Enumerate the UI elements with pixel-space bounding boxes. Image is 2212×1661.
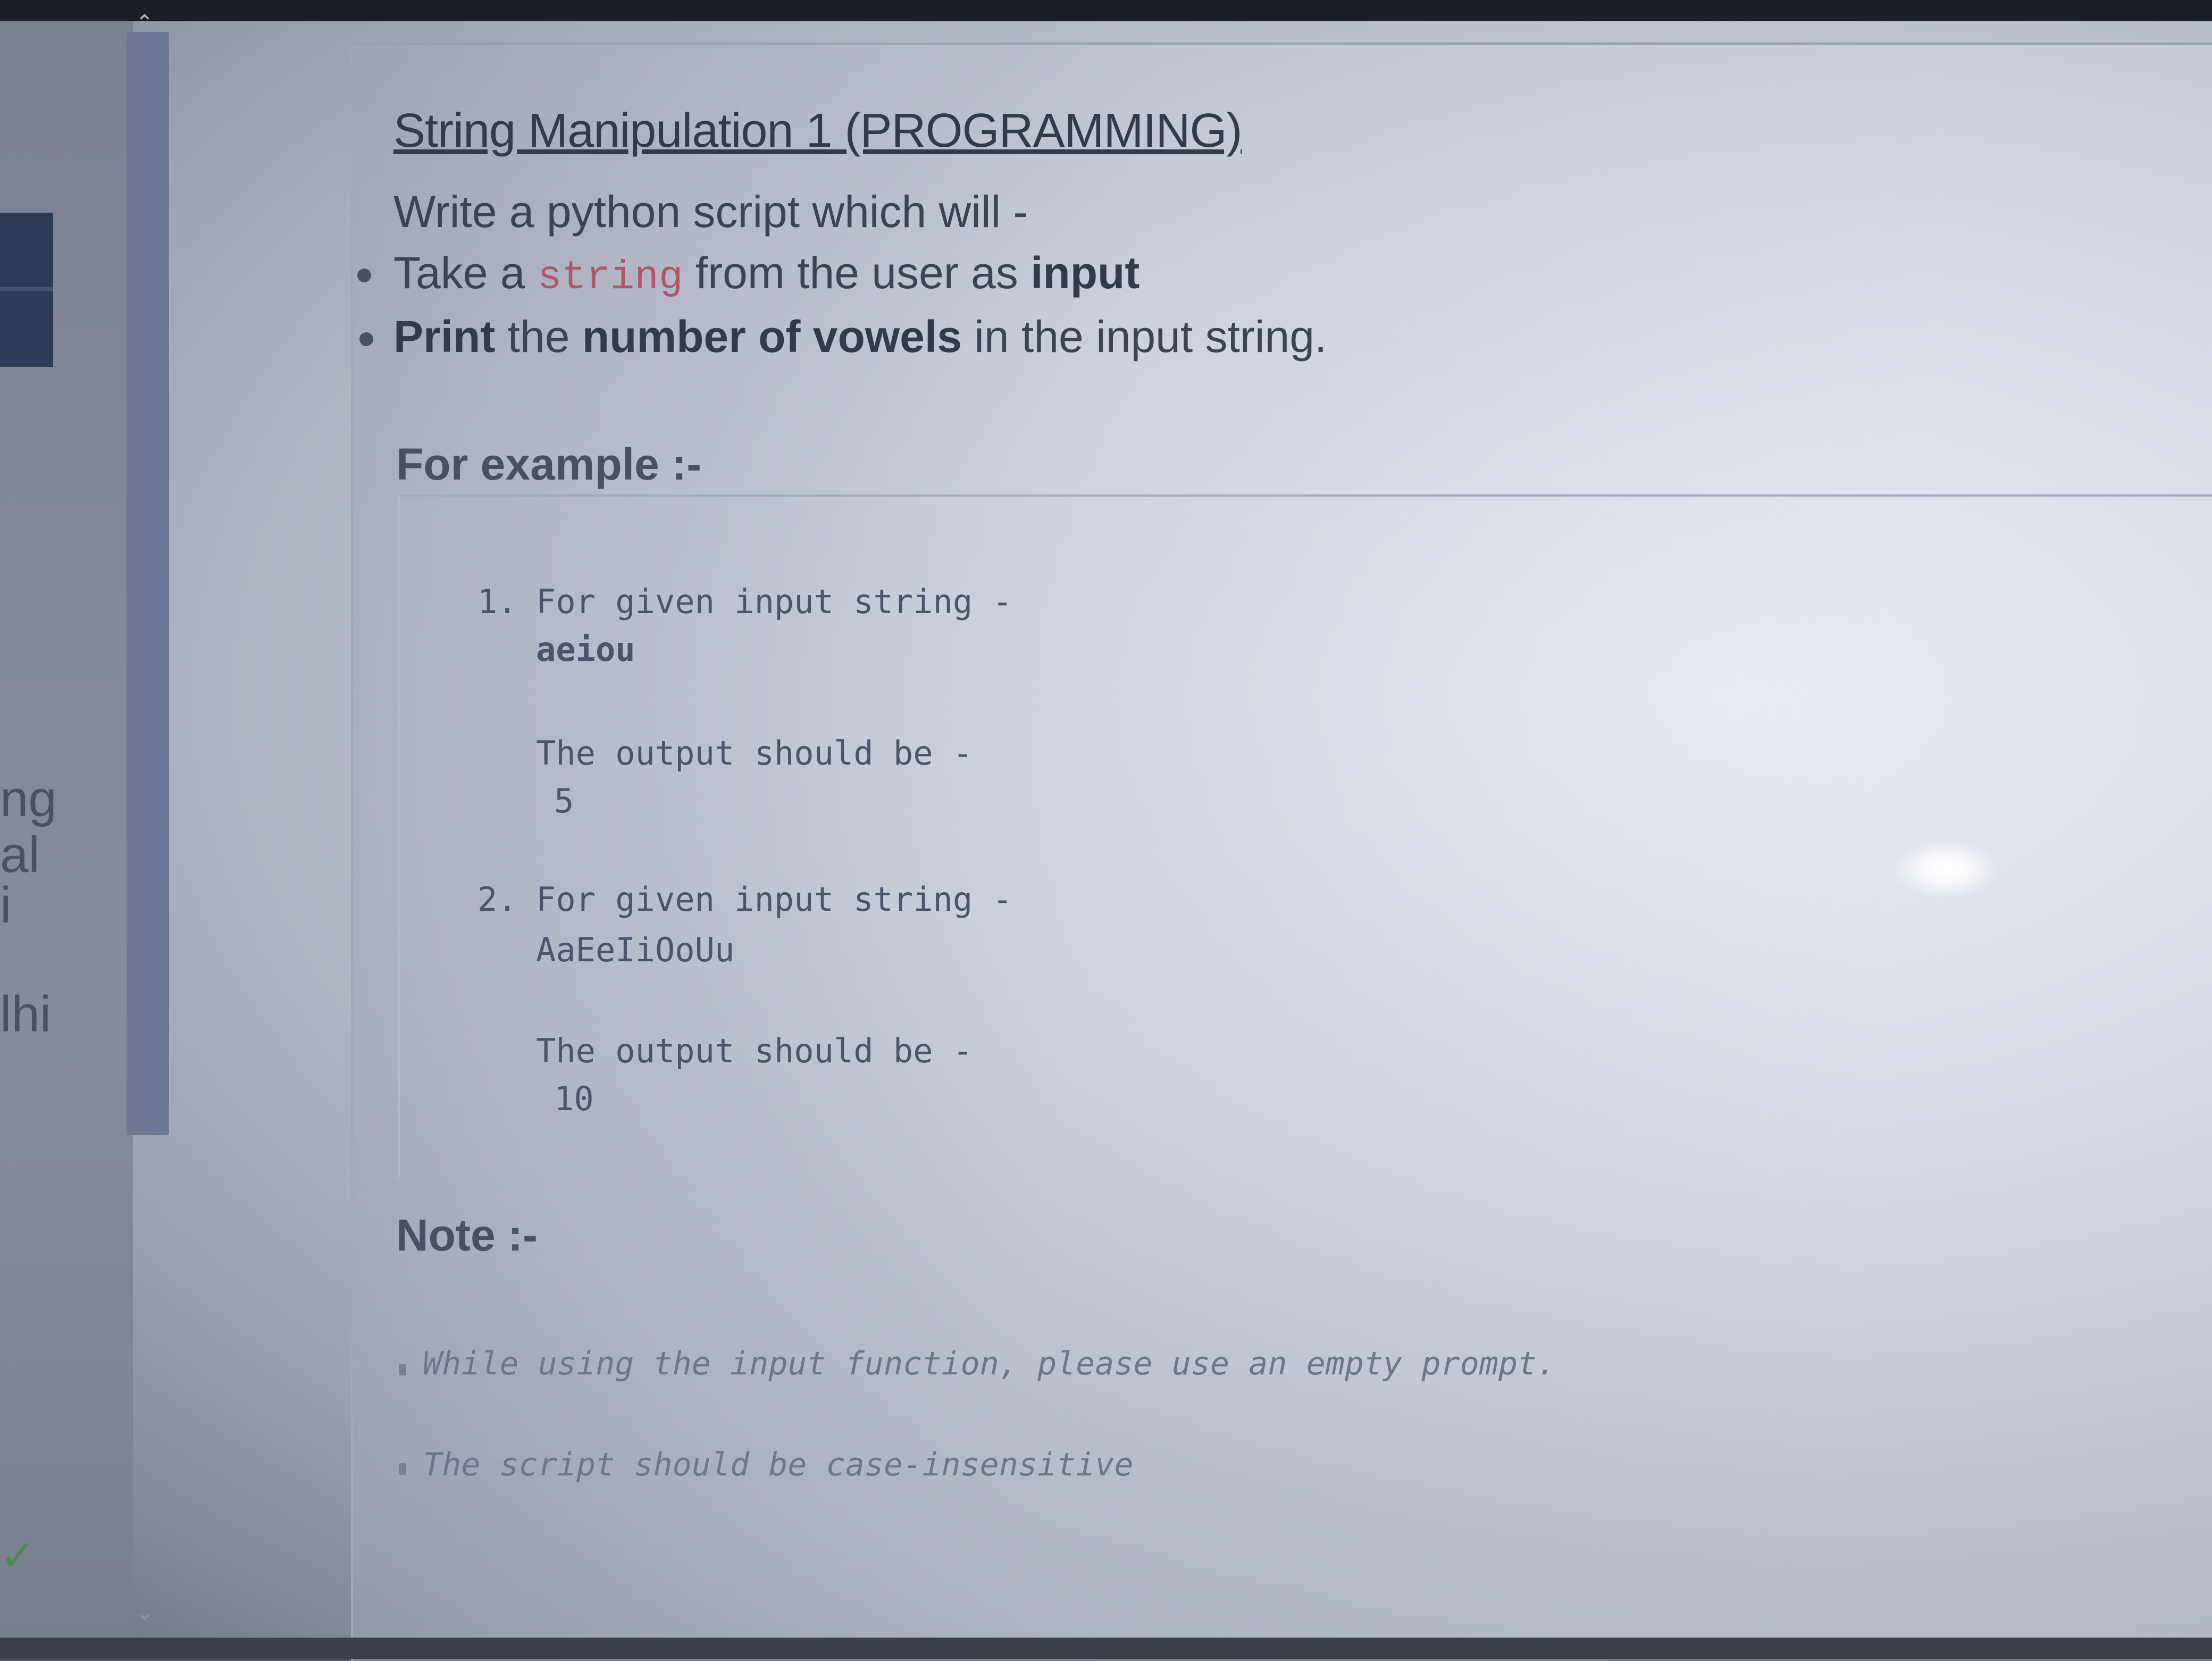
- monitor-bottom-bezel: [0, 1638, 2212, 1659]
- check-icon: ✓: [0, 1532, 36, 1580]
- example-prompt: For given input string -: [536, 582, 1012, 621]
- bullet-bold-text: input: [1030, 248, 1140, 298]
- screen-glare: [1893, 840, 1999, 899]
- note-heading: Note :-: [396, 1210, 538, 1260]
- sidebar-text-fragment: lhi: [0, 986, 52, 1043]
- requirement-input: Take a string from the user as input: [393, 247, 1139, 300]
- bullet-dot: [357, 269, 371, 282]
- note-item: The script should be case-insensitive: [423, 1446, 1134, 1483]
- example-number: 2.: [477, 880, 517, 919]
- note-bullet: [399, 1463, 406, 1475]
- example-input: aeiou: [536, 630, 635, 669]
- sidebar-text-fragment: al: [0, 826, 40, 883]
- example-output: 10: [554, 1079, 594, 1118]
- sidebar-dark-block: [0, 213, 53, 367]
- bullet-text: Take a: [393, 248, 538, 298]
- sidebar-text-fragment: i: [0, 877, 12, 934]
- example-prompt: For given input string -: [536, 880, 1012, 919]
- example-input: AaEeIiOoUu: [536, 930, 735, 969]
- example-output-label: The output should be -: [536, 1031, 973, 1070]
- bullet-bold-text: Print: [393, 312, 496, 362]
- requirement-output: Print the number of vowels in the input …: [393, 311, 1327, 363]
- example-output-label: The output should be -: [536, 734, 973, 773]
- bullet-text: in the input string.: [961, 312, 1327, 362]
- chevron-down-icon[interactable]: ⌄: [136, 1600, 157, 1624]
- inline-code: string: [537, 255, 683, 300]
- example-number: 1.: [477, 582, 517, 621]
- sidebar-scrollbar[interactable]: [127, 32, 169, 1135]
- bullet-bold-text: number of vowels: [582, 312, 962, 362]
- sidebar-text-fragment: ng: [0, 770, 57, 827]
- bullet-text: from the user as: [683, 248, 1031, 298]
- monitor-top-bezel: [0, 0, 2212, 21]
- sidebar-divider: [0, 287, 53, 291]
- note-item: While using the input function, please u…: [423, 1345, 1556, 1382]
- example-output: 5: [554, 782, 574, 820]
- bullet-dot: [359, 332, 373, 346]
- question-intro: Write a python script which will -: [393, 187, 1028, 237]
- question-title: String Manipulation 1 (PROGRAMMING): [393, 104, 1242, 157]
- chevron-up-icon[interactable]: ⌃: [136, 11, 157, 35]
- note-bullet: [399, 1364, 406, 1375]
- examples-heading: For example :-: [396, 439, 702, 489]
- bullet-text: the: [495, 312, 582, 362]
